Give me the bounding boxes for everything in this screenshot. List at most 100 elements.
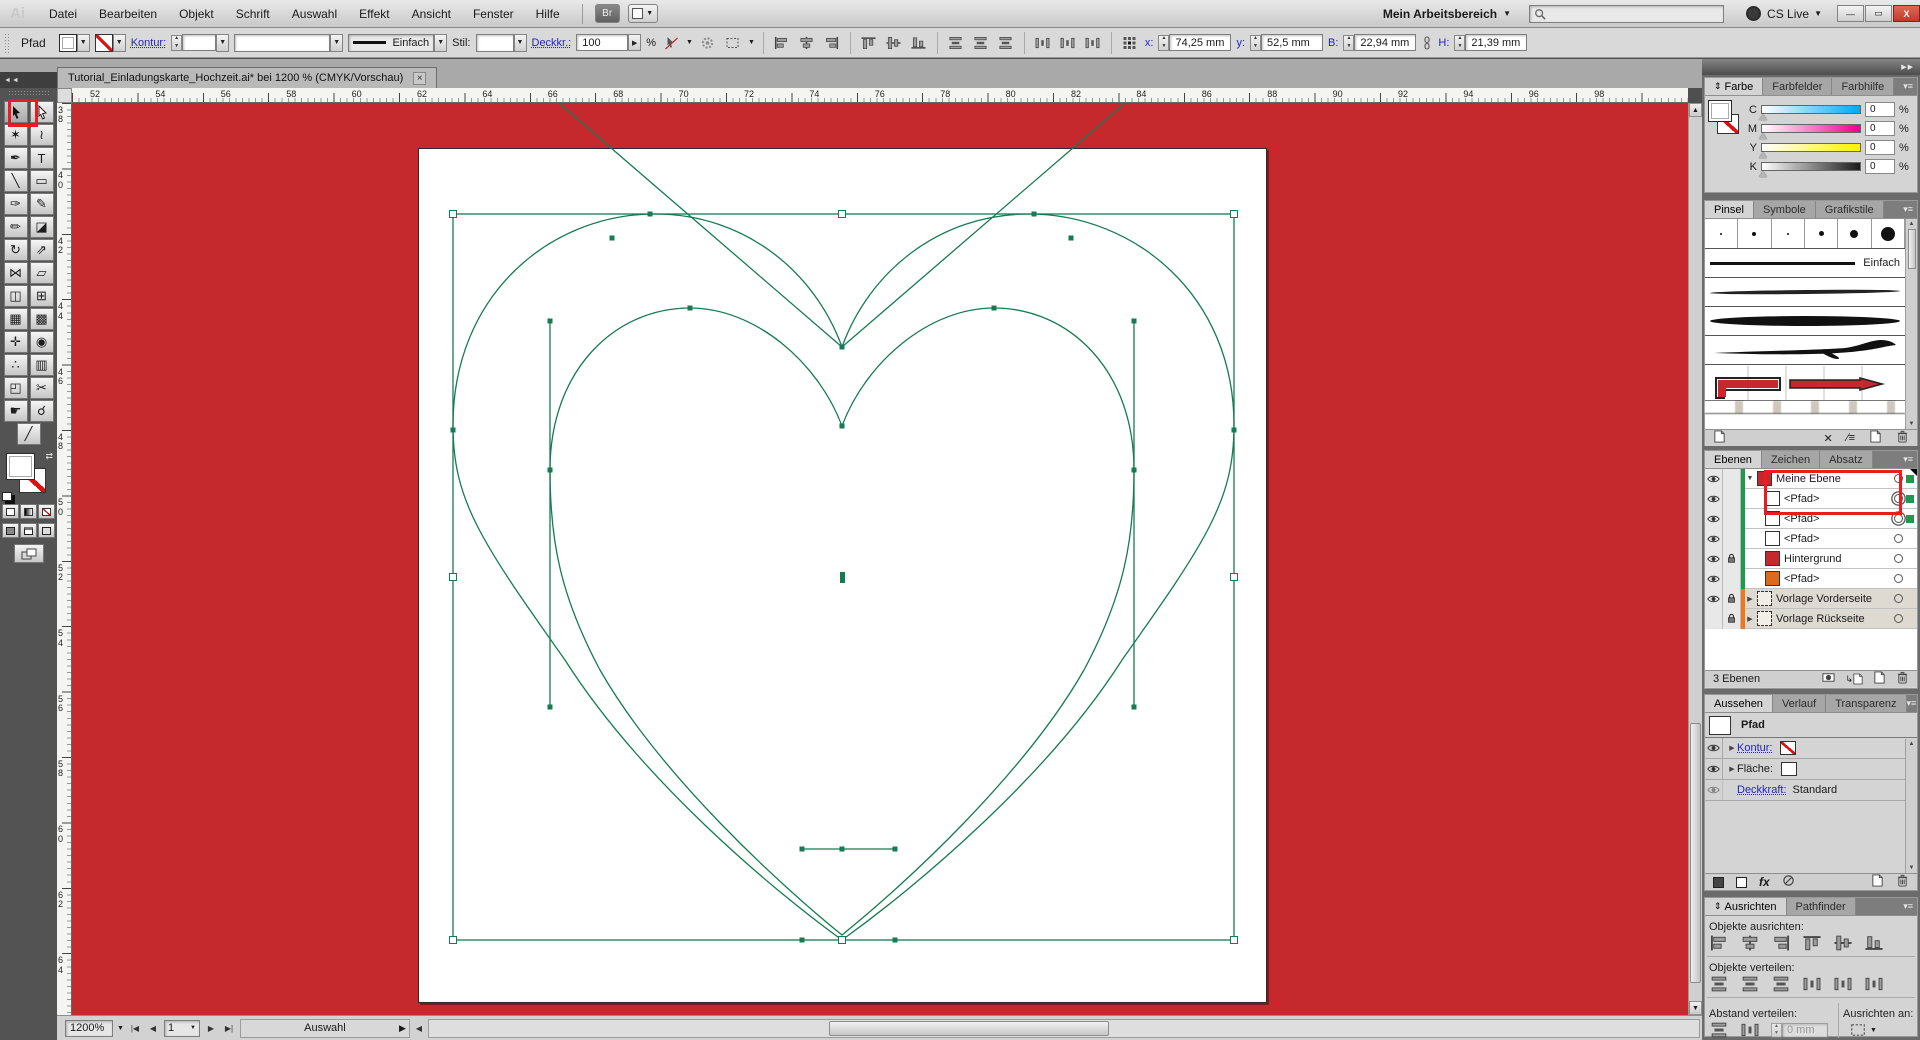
column-graph-tool[interactable]: ▥ (30, 354, 54, 376)
distribute-horizontal-center-icon[interactable] (1058, 34, 1078, 52)
new-layer-icon[interactable] (1873, 671, 1886, 687)
workspace-switcher[interactable]: Mein Arbeitsbereich▼ (1383, 7, 1511, 21)
brush-libraries-icon[interactable] (1713, 430, 1726, 446)
distribute-bottom-icon[interactable] (1771, 976, 1791, 992)
magic-wand-tool[interactable]: ✶ (4, 124, 28, 146)
brush-definition-dropdown[interactable]: ▼ (330, 34, 343, 52)
align-center-icon[interactable] (797, 34, 817, 52)
delete-layer-icon[interactable] (1896, 671, 1909, 687)
scroll-left-icon[interactable]: ◀ (414, 1024, 424, 1033)
new-sublayer-icon[interactable]: ↳ (1845, 673, 1863, 685)
none-mode-button[interactable] (38, 504, 55, 519)
first-artboard-button[interactable]: |◀ (128, 1024, 142, 1033)
brush-item[interactable] (1705, 278, 1905, 307)
panel-menu-icon[interactable]: ▾≡ (1903, 898, 1917, 915)
opacity-dropdown[interactable]: ▶ (628, 34, 641, 51)
document-tab[interactable]: Tutorial_Einladungskarte_Hochzeit.ai* be… (57, 67, 437, 88)
distribute-vertical-center-icon[interactable] (971, 34, 991, 52)
screen-mode-fullscreen-menu-button[interactable] (20, 523, 37, 538)
delete-brush-icon[interactable] (1896, 430, 1909, 446)
layer-row[interactable]: <Pfad> (1705, 509, 1917, 529)
spacing-stepper[interactable]: ▲▼ (1771, 1023, 1782, 1038)
new-fill-icon[interactable] (1736, 877, 1747, 888)
slider-handle-icon[interactable] (1759, 114, 1767, 120)
document-close-icon[interactable]: × (413, 72, 426, 85)
slider-handle-icon[interactable] (1759, 152, 1767, 158)
collapse-dock-button[interactable]: ▶▶ (1702, 59, 1920, 75)
align-right-icon[interactable] (822, 34, 842, 52)
scroll-up-icon[interactable]: ▲ (1689, 103, 1702, 117)
distribute-left-icon[interactable] (1802, 976, 1822, 992)
default-fill-stroke-icon[interactable] (2, 492, 12, 501)
channel-slider[interactable] (1761, 105, 1861, 114)
collapse-toolbar-button[interactable]: ◄◄ (0, 72, 57, 88)
align-right-icon[interactable] (1771, 935, 1791, 951)
layer-thumbnail[interactable] (1765, 531, 1780, 546)
layer-thumbnail[interactable] (1765, 491, 1780, 506)
layer-name[interactable]: <Pfad> (1784, 513, 1819, 525)
slice-tool[interactable]: ✂ (30, 377, 54, 399)
knife-tool[interactable]: ╱ (17, 423, 41, 445)
width-stepper[interactable]: ▲▼ (1343, 35, 1354, 51)
isolate-selected-object-icon[interactable] (661, 34, 681, 52)
bridge-button[interactable]: Br (595, 4, 620, 23)
visibility-toggle[interactable] (1705, 609, 1723, 629)
layer-thumbnail[interactable] (1757, 591, 1772, 606)
tab-pathfinder[interactable]: Pathfinder (1787, 898, 1856, 915)
width-label[interactable]: B: (1328, 37, 1338, 49)
layer-name[interactable]: <Pfad> (1784, 533, 1819, 545)
layer-row[interactable]: ▶ Vorlage Rückseite (1705, 609, 1917, 629)
menu-item[interactable]: Fenster (473, 7, 514, 21)
lock-toggle[interactable] (1723, 529, 1741, 549)
layer-row[interactable]: <Pfad> (1705, 489, 1917, 509)
lock-toggle[interactable] (1723, 549, 1741, 569)
layer-row[interactable]: ▼ Meine Ebene (1705, 469, 1917, 489)
distribute-horizontal-right-icon[interactable] (1083, 34, 1103, 52)
horizontal-scroll-thumb[interactable] (829, 1021, 1109, 1036)
direct-selection-tool[interactable] (30, 101, 54, 123)
artboard-tool[interactable]: ◰ (4, 377, 28, 399)
swap-fill-stroke-icon[interactable]: ⇄ (45, 451, 53, 462)
stroke-attribute-link[interactable]: Kontur: (1737, 742, 1772, 754)
expand-icon[interactable]: ▶ (1727, 765, 1737, 773)
blob-brush-tool[interactable]: ✏ (4, 216, 28, 238)
brushes-scrollbar[interactable]: ▲▼ (1905, 219, 1917, 429)
scroll-down-icon[interactable]: ▼ (1689, 1001, 1702, 1015)
tab-farbe[interactable]: ⇕Farbe (1705, 78, 1763, 95)
toolbar-drag-texture[interactable] (8, 90, 49, 96)
menu-item[interactable]: Hilfe (536, 7, 560, 21)
height-label[interactable]: H: (1438, 37, 1449, 49)
tab-farbhilfe[interactable]: Farbhilfe (1832, 78, 1894, 95)
zoom-level-input[interactable]: 1200% (65, 1020, 113, 1037)
reference-point-icon[interactable] (1120, 34, 1140, 52)
variable-width-profile-dropdown[interactable]: ▼ (434, 34, 447, 52)
add-effect-icon[interactable]: fx (1759, 875, 1770, 889)
visibility-toggle[interactable] (1705, 589, 1723, 609)
target-icon[interactable] (1894, 534, 1903, 543)
drawing-mode-button[interactable] (14, 544, 44, 563)
expand-icon[interactable]: ▶ (1727, 744, 1737, 752)
expand-icon[interactable]: ▼ (1745, 475, 1755, 482)
remove-brush-stroke-icon[interactable]: ✕ (1824, 432, 1833, 445)
brush-item[interactable] (1705, 219, 1738, 248)
selection-tool[interactable] (4, 101, 28, 123)
align-vertical-center-icon[interactable] (1833, 935, 1853, 951)
pencil-tool[interactable]: ✎ (30, 193, 54, 215)
expand-icon[interactable]: ▶ (1745, 615, 1755, 623)
stroke-weight-label[interactable]: Kontur: (131, 37, 166, 49)
layer-thumbnail[interactable] (1765, 571, 1780, 586)
inner-heart-path[interactable] (550, 308, 1134, 935)
make-clipping-mask-icon[interactable] (1822, 671, 1835, 687)
horizontal-scrollbar[interactable] (428, 1019, 1700, 1038)
menu-item[interactable]: Schrift (236, 7, 270, 21)
tab-ausrichten[interactable]: ⇕Ausrichten (1705, 898, 1787, 915)
visibility-toggle[interactable] (1705, 509, 1723, 529)
zoom-dropdown-icon[interactable]: ▼ (117, 1025, 124, 1032)
align-to-selector[interactable]: ▼ (1849, 1022, 1877, 1038)
layer-name[interactable]: Vorlage Vorderseite (1776, 593, 1872, 605)
brush-options-icon[interactable]: ∕≡ (1847, 432, 1855, 444)
horizontal-spacing-icon[interactable] (1740, 1022, 1760, 1038)
duplicate-item-icon[interactable] (1871, 874, 1884, 890)
x-label[interactable]: x: (1145, 37, 1154, 49)
lock-toggle[interactable] (1723, 569, 1741, 589)
